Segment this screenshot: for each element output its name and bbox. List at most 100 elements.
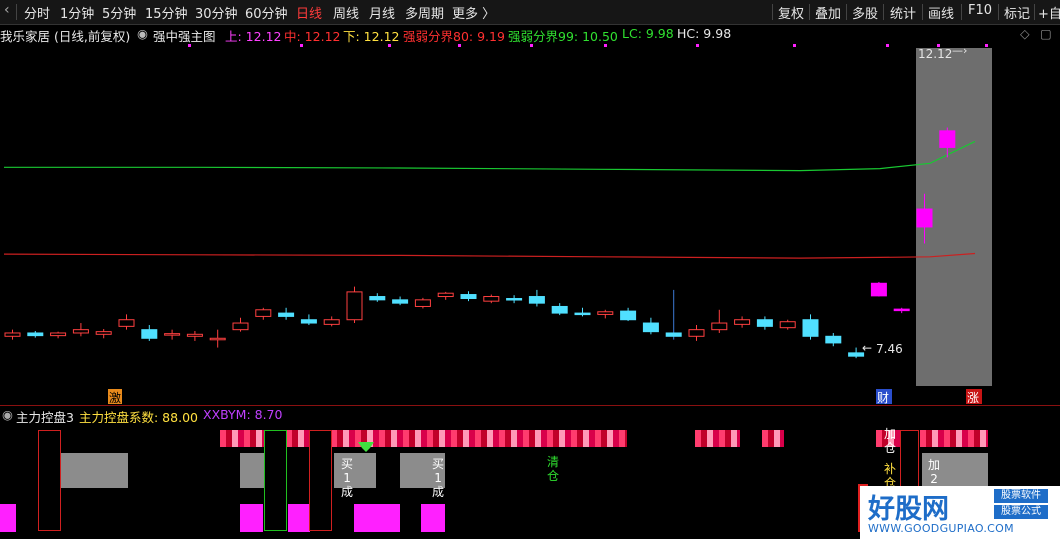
xxbym-value: XXBYM: 8.70 <box>203 407 283 422</box>
control-stripe <box>463 430 469 447</box>
control-stripe <box>244 430 250 447</box>
indicator-settings-icon[interactable]: ◉ <box>2 407 13 422</box>
tab-weekly[interactable]: 周线 <box>333 3 359 22</box>
candle <box>688 329 705 337</box>
candle <box>4 332 21 337</box>
indicator-settings-icon[interactable]: ◉ <box>137 26 148 41</box>
control-stripe <box>433 430 439 447</box>
tab-intraday[interactable]: 分时 <box>24 3 50 22</box>
control-stripe <box>565 430 571 447</box>
control-stripe <box>343 430 349 447</box>
tab-1min[interactable]: 1分钟 <box>60 3 94 22</box>
high-arrow-icon: —› <box>952 44 967 57</box>
indicator-hc-value: HC: 9.98 <box>677 26 732 41</box>
event-marker-zhang: 涨 <box>967 390 979 405</box>
control-stripe <box>701 430 707 447</box>
control-stripe <box>932 430 938 447</box>
candle <box>323 319 340 325</box>
candle <box>528 296 545 304</box>
signal-add-2: 加 2 <box>928 458 941 486</box>
candle <box>346 291 363 321</box>
top-marker-dot <box>793 44 796 47</box>
control-stripe <box>250 430 256 447</box>
control-stripe <box>595 430 601 447</box>
control-stripe <box>487 430 493 447</box>
watermark-name: 好股网 <box>868 494 949 525</box>
back-icon[interactable]: ‹ <box>4 2 10 18</box>
overlay-button[interactable]: 叠加 <box>815 3 841 22</box>
control-stripe <box>774 430 780 447</box>
line-q99 <box>4 140 976 172</box>
top-marker-dot <box>530 44 533 47</box>
control-stripe <box>780 430 784 447</box>
signal-buy-2: 买 1 成 <box>432 457 445 499</box>
tab-30min[interactable]: 30分钟 <box>195 3 238 22</box>
candle <box>278 312 295 317</box>
control-stripe <box>469 430 475 447</box>
top-marker-dot <box>458 44 461 47</box>
tab-5min[interactable]: 5分钟 <box>102 3 136 22</box>
price-chart[interactable]: 12.12 —› ← 7.46 激 财 涨 <box>0 44 1060 406</box>
watermark-tag-software: 股票软件 <box>994 489 1048 503</box>
main-indicator-name[interactable]: 强中强主图 <box>153 26 216 45</box>
tab-60min[interactable]: 60分钟 <box>245 3 288 22</box>
indicator-q80-value: 强弱分界80: 9.19 <box>403 29 505 44</box>
signal-add: 加 仓 <box>884 427 897 455</box>
control-stripe <box>403 430 409 447</box>
gray-zone <box>60 453 128 488</box>
magenta-block <box>288 504 310 532</box>
diamond-icon[interactable]: ◇ <box>1020 26 1030 41</box>
control-stripe <box>385 430 391 447</box>
tab-multi-period[interactable]: 多周期 <box>405 3 444 22</box>
tab-monthly[interactable]: 月线 <box>369 3 395 22</box>
candle <box>870 282 887 297</box>
custom-button[interactable]: +自 <box>1038 3 1060 22</box>
candle <box>118 319 135 327</box>
control-stripe <box>920 430 926 447</box>
tab-15min[interactable]: 15分钟 <box>145 3 188 22</box>
control-stripe <box>541 430 547 447</box>
f10-button[interactable]: F10 <box>968 3 992 18</box>
statistics-button[interactable]: 统计 <box>890 3 916 22</box>
expand-icon[interactable]: ▢ <box>1040 26 1052 41</box>
control-stripe <box>583 430 589 447</box>
candle <box>209 337 226 341</box>
candle <box>756 319 773 327</box>
signal-buy-1: 买 1 成 <box>341 457 354 499</box>
indicator-up-value: 上: 12.12 <box>225 29 282 44</box>
control-stripe <box>298 430 304 447</box>
candle <box>300 319 317 324</box>
top-marker-dot <box>886 44 889 47</box>
watermark-url: WWW.GOODGUPIAO.COM <box>868 522 1014 535</box>
mark-button[interactable]: 标记 <box>1004 3 1030 22</box>
candles <box>4 127 956 359</box>
control-stripe <box>238 430 244 447</box>
candle <box>164 333 181 336</box>
tab-daily[interactable]: 日线 <box>296 3 322 22</box>
control-stripe <box>986 430 988 447</box>
control-stripe <box>938 430 944 447</box>
tab-more[interactable]: 更多 〉 <box>452 3 495 22</box>
candle <box>642 322 659 333</box>
control-stripe <box>517 430 523 447</box>
candle <box>186 333 203 337</box>
control-stripe <box>731 430 737 447</box>
control-stripe <box>256 430 262 447</box>
event-marker-ji: 激 <box>109 391 121 405</box>
control-stripe <box>707 430 713 447</box>
watermark-tag-formula: 股票公式 <box>994 505 1048 519</box>
control-stripe <box>768 430 774 447</box>
restore-rights-button[interactable]: 复权 <box>778 3 804 22</box>
candle <box>392 299 409 304</box>
draw-line-button[interactable]: 画线 <box>928 3 954 22</box>
control-stripe <box>737 430 740 447</box>
candle <box>779 321 796 329</box>
control-stripe <box>547 430 553 447</box>
multi-stock-button[interactable]: 多股 <box>852 3 878 22</box>
top-marker-dot <box>696 44 699 47</box>
control-stripe <box>725 430 731 447</box>
top-marker-dot <box>188 44 191 47</box>
candle <box>27 332 44 337</box>
toolbar-divider <box>772 4 773 20</box>
magenta-block <box>354 504 400 532</box>
